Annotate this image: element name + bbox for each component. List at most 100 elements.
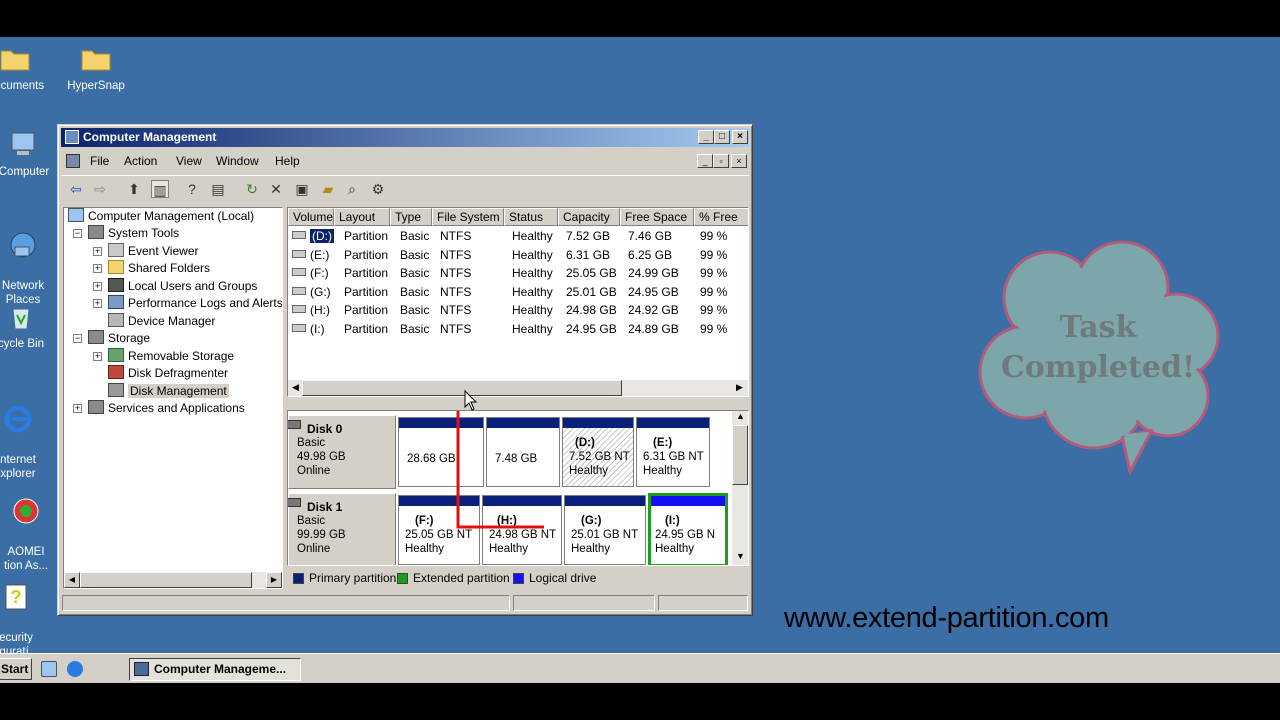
- maximize-button[interactable]: □: [714, 130, 730, 144]
- disk-graphical-view[interactable]: Disk 0 Basic 49.98 GB Online Disk 1 Basi…: [287, 410, 749, 566]
- open-folder-icon[interactable]: ▰: [319, 180, 337, 198]
- volume-cell-type: Basic: [400, 247, 430, 262]
- expand-icon[interactable]: +: [73, 404, 82, 413]
- search-icon[interactable]: ⌕: [343, 180, 361, 198]
- tree-item-device-manager[interactable]: Device Manager: [108, 313, 215, 330]
- show-desktop-icon[interactable]: [41, 661, 57, 677]
- properties-sheet-icon[interactable]: ▣: [293, 180, 311, 198]
- column-header-percent-free[interactable]: % Free: [694, 208, 748, 226]
- collapse-icon[interactable]: −: [73, 229, 82, 238]
- delete-icon[interactable]: ✕: [267, 180, 285, 198]
- network-icon: [10, 232, 36, 258]
- internet-explorer-quicklaunch-icon[interactable]: [67, 661, 83, 677]
- child-restore-button[interactable]: ▫: [713, 154, 729, 168]
- tree-item-shared-folders[interactable]: Shared Folders: [108, 260, 210, 277]
- red-annotation-line: [456, 411, 544, 529]
- volume-cell-pct: 99 %: [700, 322, 728, 336]
- expand-icon[interactable]: +: [93, 352, 102, 361]
- column-header-layout[interactable]: Layout: [334, 208, 390, 226]
- security-config-icon: ?: [5, 584, 27, 610]
- scroll-up-icon[interactable]: ▲: [736, 411, 745, 421]
- volume-row[interactable]: (H:) Partition Basic NTFS Healthy 24.98 GB 24.…: [288, 301, 748, 319]
- export-list-icon[interactable]: ▤: [209, 180, 227, 198]
- child-close-button[interactable]: ×: [731, 154, 747, 168]
- child-minimize-button[interactable]: _: [697, 154, 713, 168]
- tree-item-services-applications[interactable]: Services and Applications: [88, 400, 245, 417]
- show-hide-tree-icon[interactable]: ▥: [151, 180, 169, 198]
- list-hscrollbar[interactable]: ◀ ▶: [288, 380, 748, 396]
- graph-vscroll-thumb[interactable]: [732, 425, 748, 485]
- taskbar-item-computer-management[interactable]: Computer Manageme...: [129, 658, 301, 681]
- scroll-right-icon[interactable]: ▶: [266, 572, 282, 588]
- column-header-capacity[interactable]: Capacity: [558, 208, 620, 226]
- column-header-type[interactable]: Type: [390, 208, 432, 226]
- expand-icon[interactable]: +: [93, 247, 102, 256]
- scroll-right-icon[interactable]: ▶: [736, 382, 743, 393]
- drive-icon: [292, 305, 306, 314]
- cloud-text: Task Completed!: [1000, 310, 1196, 385]
- menu-file[interactable]: File: [90, 154, 109, 168]
- column-header-free-space[interactable]: Free Space: [620, 208, 694, 226]
- scroll-left-icon[interactable]: ◀: [64, 572, 80, 588]
- graph-vscrollbar[interactable]: ▲ ▼: [732, 411, 748, 565]
- tree-item-removable-storage[interactable]: Removable Storage: [108, 348, 234, 365]
- column-header-volume[interactable]: Volume: [288, 208, 334, 226]
- refresh-icon[interactable]: ↻: [243, 180, 261, 198]
- tree-hscrollbar[interactable]: ◀ ▶: [64, 572, 282, 588]
- expand-icon[interactable]: +: [93, 299, 102, 308]
- menu-help[interactable]: Help: [275, 154, 300, 168]
- tree-item-disk-defragmenter[interactable]: Disk Defragmenter: [108, 365, 228, 382]
- tree-item-event-viewer[interactable]: Event Viewer: [108, 243, 198, 260]
- up-one-level-icon[interactable]: ⬆: [125, 180, 143, 198]
- volume-cell-status: Healthy: [512, 322, 553, 336]
- tree-item-computer-management[interactable]: Computer Management (Local): [68, 208, 254, 225]
- volume-cell-status: Healthy: [512, 284, 553, 299]
- minimize-button[interactable]: _: [698, 130, 714, 144]
- console-tree[interactable]: Computer Management (Local) − System Too…: [63, 207, 283, 589]
- volume-row[interactable]: (I:) Partition Basic NTFS Healthy 24.95 GB 24.…: [288, 320, 748, 338]
- volume-cell-fs: NTFS: [440, 303, 472, 318]
- folder-icon: [81, 50, 111, 71]
- menu-view[interactable]: View: [176, 154, 202, 168]
- desktop-icon-internet-explorer[interactable]: nternet xplorer: [0, 389, 63, 481]
- forward-icon[interactable]: ⇨: [91, 180, 109, 198]
- menu-action[interactable]: Action: [124, 154, 157, 168]
- volume-list[interactable]: Volume Layout Type File System Status Ca…: [287, 207, 749, 397]
- collapse-icon[interactable]: −: [73, 334, 82, 343]
- list-hscroll-thumb[interactable]: [302, 380, 622, 396]
- tree-hscroll-thumb[interactable]: [80, 572, 252, 588]
- computer-management-window[interactable]: Computer Management _ □ × File Action Vi…: [57, 124, 753, 616]
- desktop-icon-security-config[interactable]: ? ecurity figuratí...: [0, 567, 61, 653]
- settings-icon[interactable]: ⚙: [369, 180, 387, 198]
- computer-management-icon: [134, 662, 149, 676]
- disk-management-icon: [108, 383, 124, 397]
- volume-row[interactable]: (E:) Partition Basic NTFS Healthy 6.31 GB 6.25…: [288, 246, 748, 264]
- volume-row[interactable]: (G:) Partition Basic NTFS Healthy 25.01 GB 24.…: [288, 283, 748, 301]
- close-button[interactable]: ×: [732, 130, 748, 144]
- menu-window[interactable]: Window: [216, 154, 259, 168]
- volume-label: (H:): [310, 303, 330, 318]
- legend-logical: Logical drive: [529, 571, 597, 585]
- scroll-left-icon[interactable]: ◀: [292, 382, 299, 393]
- tree-item-system-tools[interactable]: System Tools: [88, 225, 179, 242]
- tree-item-local-users-groups[interactable]: Local Users and Groups: [108, 278, 257, 295]
- tree-item-disk-management[interactable]: Disk Management: [108, 383, 229, 400]
- volume-cell-volume: (D:): [292, 227, 334, 245]
- column-header-file-system[interactable]: File System: [432, 208, 504, 226]
- window-titlebar[interactable]: Computer Management _ □ ×: [61, 128, 749, 147]
- properties-icon[interactable]: ?: [183, 180, 201, 198]
- back-icon[interactable]: ⇦: [67, 180, 85, 198]
- scroll-down-icon[interactable]: ▼: [736, 551, 745, 561]
- volume-row[interactable]: (D:) Partition Basic NTFS Healthy 7.52 GB 7.46…: [288, 227, 748, 245]
- drive-icon: [292, 231, 306, 239]
- expand-icon[interactable]: +: [93, 264, 102, 273]
- desktop-icon-hypersnap[interactable]: HyperSnap: [51, 43, 141, 93]
- start-button[interactable]: Start: [0, 658, 32, 680]
- expand-icon[interactable]: +: [93, 282, 102, 291]
- tree-item-performance-logs[interactable]: Performance Logs and Alerts: [108, 295, 282, 312]
- volume-cell-volume: (E:): [292, 246, 329, 264]
- tree-item-storage[interactable]: Storage: [88, 330, 150, 347]
- shared-folder-icon: [108, 260, 124, 274]
- column-header-status[interactable]: Status: [504, 208, 558, 226]
- volume-row[interactable]: (F:) Partition Basic NTFS Healthy 25.05 GB 24.…: [288, 264, 748, 282]
